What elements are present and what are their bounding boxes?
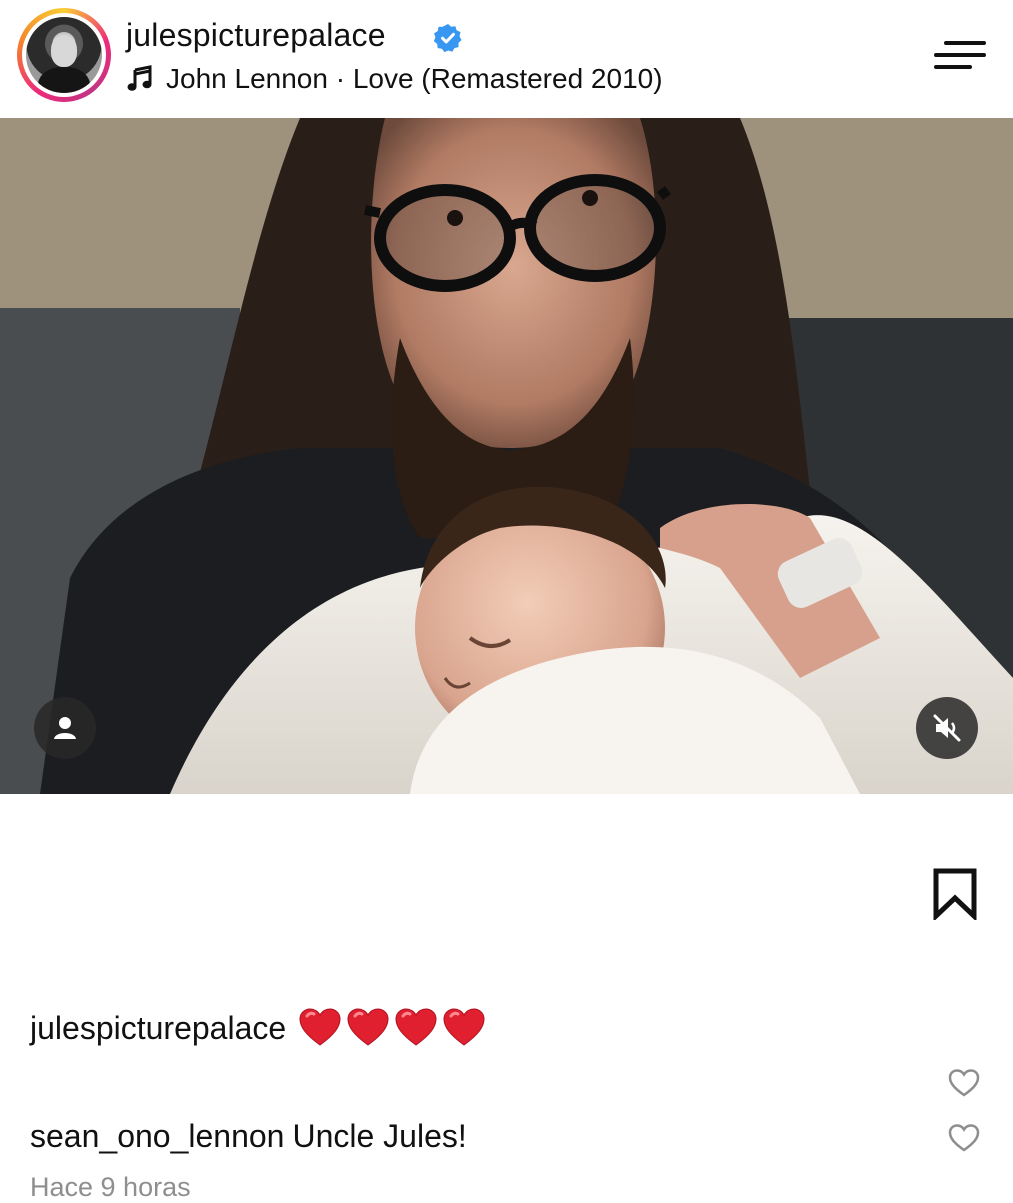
red-heart-icon: [443, 1008, 485, 1046]
photo-scene: [0, 118, 1013, 794]
red-heart-icon: [347, 1008, 389, 1046]
post-username[interactable]: julespicturepalace: [126, 17, 386, 54]
bookmark-icon[interactable]: [932, 868, 978, 920]
music-attribution[interactable]: John Lennon · Love (Remastered 2010): [126, 62, 663, 96]
post-photo[interactable]: [0, 118, 1013, 794]
comment: sean_ono_lennon Uncle Jules!: [30, 1118, 467, 1155]
mute-button[interactable]: [916, 697, 978, 759]
tagged-users-button[interactable]: [34, 697, 96, 759]
comment-username[interactable]: sean_ono_lennon: [30, 1118, 284, 1154]
post-timestamp: Hace 9 horas: [30, 1172, 191, 1202]
music-note-icon: [127, 65, 152, 91]
menu-icon[interactable]: [932, 38, 986, 72]
user-tag-icon: [54, 717, 76, 739]
heart-outline-icon[interactable]: [948, 1068, 980, 1098]
caption-username[interactable]: julespicturepalace: [30, 1010, 286, 1047]
avatar[interactable]: [17, 8, 111, 102]
avatar-photo: [26, 17, 102, 93]
comment-text: Uncle Jules!: [292, 1118, 467, 1154]
heart-outline-icon[interactable]: [948, 1123, 980, 1153]
red-heart-icon: [395, 1008, 437, 1046]
caption: julespicturepalace: [30, 1003, 490, 1053]
post-header: julespicturepalace John Lennon · Love (R…: [0, 0, 1013, 118]
music-label: John Lennon · Love (Remastered 2010): [166, 63, 663, 94]
verified-badge-icon: [433, 24, 462, 53]
speaker-muted-icon: [933, 714, 961, 742]
red-heart-icon: [299, 1008, 341, 1046]
